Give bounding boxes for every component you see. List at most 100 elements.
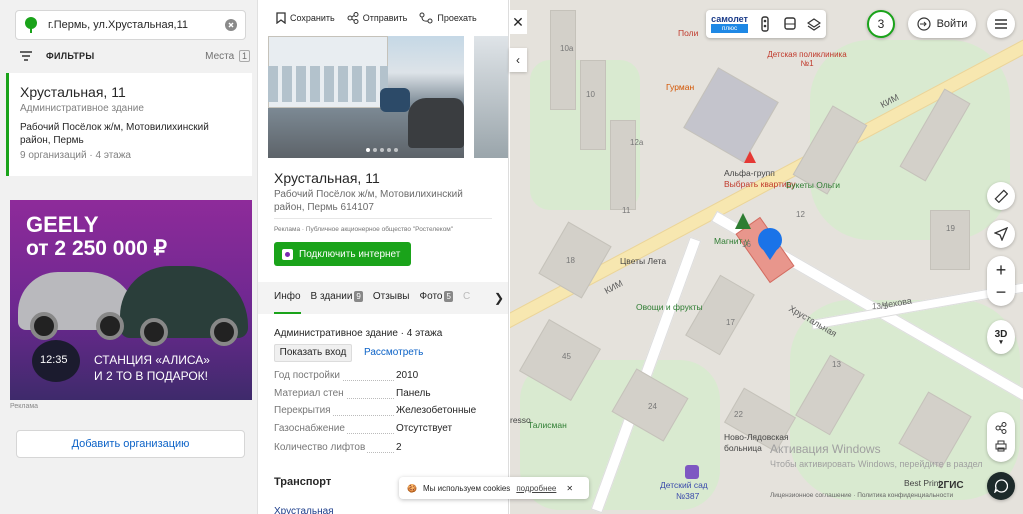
license-links[interactable]: Лицензионное соглашение · Политика конфи… — [770, 492, 953, 499]
ad-banner[interactable]: GEELY от 2 250 000 ₽ 12:35 СТАНЦИЯ «АЛИС… — [10, 200, 252, 400]
result-card[interactable]: Хрустальная, 11 Административное здание … — [6, 73, 252, 176]
house-number: 19 — [946, 224, 955, 233]
house-number: 18 — [566, 256, 575, 265]
divider — [274, 218, 492, 219]
poi-ovoshi[interactable]: Овощи и фрукты — [636, 302, 703, 312]
layers-icon[interactable] — [806, 17, 821, 31]
ruler-button[interactable] — [987, 182, 1015, 210]
show-entrance-button[interactable]: Показать вход — [274, 344, 352, 362]
ruler-icon — [994, 189, 1008, 203]
smart-speaker-image: 12:35 — [32, 340, 80, 382]
close-icon[interactable]: ✕ — [566, 484, 573, 493]
poi-alfa-sub[interactable]: Выбрать квартиру — [724, 179, 796, 189]
building-photo-next[interactable] — [474, 36, 508, 158]
poi-resso[interactable]: resso — [510, 415, 531, 425]
poi-policlinic-left[interactable]: Поли — [678, 28, 698, 38]
tab-in-building[interactable]: В здании 9 — [311, 282, 363, 314]
transport-stop[interactable]: Хрустальная — [274, 506, 334, 514]
poi-alfa[interactable]: Альфа-групп — [724, 168, 775, 178]
result-meta: 9 организаций · 4 этажа — [20, 150, 131, 161]
samolet-plus-badge[interactable]: самолет плюс — [711, 15, 748, 33]
places-tab[interactable]: Места 1 — [205, 50, 250, 62]
share-icon[interactable] — [995, 422, 1007, 434]
3d-button[interactable]: 3D ▾ — [987, 320, 1015, 354]
house-number: 17 — [726, 318, 735, 327]
zoom-in-button[interactable]: + — [996, 259, 1007, 281]
alfa-logo-icon — [744, 151, 756, 163]
filters-button[interactable]: ФИЛЬТРЫ — [46, 51, 94, 61]
poi-bolnica[interactable]: больница — [724, 443, 762, 453]
map[interactable]: КИМ КИМ Хрустальная Чехова Детская полик… — [510, 0, 1023, 514]
ad-price: от 2 250 000 ₽ — [26, 237, 168, 260]
view-3d-link[interactable]: Рассмотреть — [364, 347, 423, 358]
house-number: 13 — [832, 360, 841, 369]
house-number: 10 — [586, 90, 595, 99]
bookmark-icon — [276, 12, 286, 24]
clear-icon[interactable] — [225, 19, 237, 31]
building — [930, 210, 970, 270]
house-number: 12 — [796, 210, 805, 219]
poi-talisman[interactable]: Талисман — [528, 420, 567, 430]
bus-icon[interactable] — [783, 16, 797, 32]
send-button[interactable]: Отправить — [347, 10, 407, 26]
traffic-light-icon[interactable] — [758, 16, 772, 32]
chevron-right-icon[interactable]: ❯ — [489, 291, 508, 305]
result-address: Рабочий Посёлок ж/м, Мотовилихинский рай… — [20, 122, 209, 146]
poi-cvety[interactable]: Цветы Лета — [620, 256, 666, 266]
prop-row: Материал стен Панель — [274, 388, 504, 402]
add-organization-button[interactable]: Добавить организацию — [16, 430, 245, 458]
filter-icon[interactable] — [20, 51, 32, 61]
close-card-button[interactable]: ✕ — [509, 10, 527, 34]
building-photo[interactable] — [268, 36, 464, 158]
prop-row: Количество лифтов 2 — [274, 442, 504, 456]
house-number: 22 — [734, 410, 743, 419]
geolocation-button[interactable] — [987, 220, 1015, 248]
building — [550, 10, 576, 110]
ad-promo: СТАНЦИЯ «АЛИСА» И 2 ТО В ПОДАРОК! — [94, 353, 210, 383]
2gis-logo: 2ГИС — [938, 480, 964, 491]
house-number: 10а — [560, 44, 574, 53]
tab-info[interactable]: Инфо — [274, 282, 301, 314]
poi-sad-num[interactable]: №387 — [676, 491, 699, 501]
poi-gurman[interactable]: Гурман — [666, 82, 694, 92]
print-icon[interactable] — [995, 440, 1007, 452]
zoom-controls: + − — [987, 256, 1015, 306]
map-top-toolbar: самолет плюс — [706, 10, 826, 38]
photo-windows — [268, 66, 388, 102]
notifications-counter[interactable]: 3 — [867, 10, 895, 38]
connect-internet-button[interactable]: Подключить интернет — [274, 242, 411, 266]
poi-novoliad[interactable]: Ново-Лядовская — [724, 432, 789, 442]
share-print-controls — [987, 412, 1015, 462]
cookie-more-link[interactable]: подробнее — [516, 484, 556, 493]
photo-pagination[interactable] — [366, 148, 398, 152]
poi-bestprint[interactable]: Best Print — [904, 478, 941, 488]
search-input[interactable]: г.Пермь, ул.Хрустальная,11 — [15, 10, 246, 40]
zoom-out-button[interactable]: − — [996, 281, 1007, 303]
prop-row: Газоснабжение Отсутствует — [274, 423, 504, 437]
menu-button[interactable] — [987, 10, 1015, 38]
building — [685, 274, 755, 356]
result-title[interactable]: Хрустальная, 11 — [20, 84, 126, 100]
tab-more[interactable]: С — [463, 282, 470, 314]
building-business-center — [683, 67, 779, 163]
save-button[interactable]: Сохранить — [276, 10, 335, 26]
poi-bukety[interactable]: Букеты Ольги — [786, 180, 840, 190]
house-number: 45 — [562, 352, 571, 361]
photo-car — [408, 98, 464, 148]
speaker-time: 12:35 — [40, 354, 68, 366]
cookie-text: Мы используем cookies — [422, 483, 511, 493]
tab-photos[interactable]: Фото 5 — [420, 282, 453, 314]
wheel-icon — [140, 318, 168, 346]
location-pin-icon[interactable] — [756, 226, 784, 260]
ad-label: Реклама — [10, 403, 39, 410]
chat-button[interactable] — [987, 472, 1015, 500]
building-summary: Административное здание · 4 этажа — [274, 328, 443, 339]
tab-reviews[interactable]: Отзывы — [373, 282, 410, 314]
login-button[interactable]: Войти — [908, 10, 976, 38]
card-title: Хрустальная, 11 — [274, 170, 380, 186]
wheel-icon — [210, 318, 238, 346]
route-button[interactable]: Проехать — [419, 10, 477, 26]
poi-sad[interactable]: Детский сад — [660, 480, 708, 490]
collapse-panel-button[interactable]: ‹ — [509, 48, 527, 72]
poi-policlinic[interactable]: Детская поликлиника №1 — [762, 50, 852, 68]
